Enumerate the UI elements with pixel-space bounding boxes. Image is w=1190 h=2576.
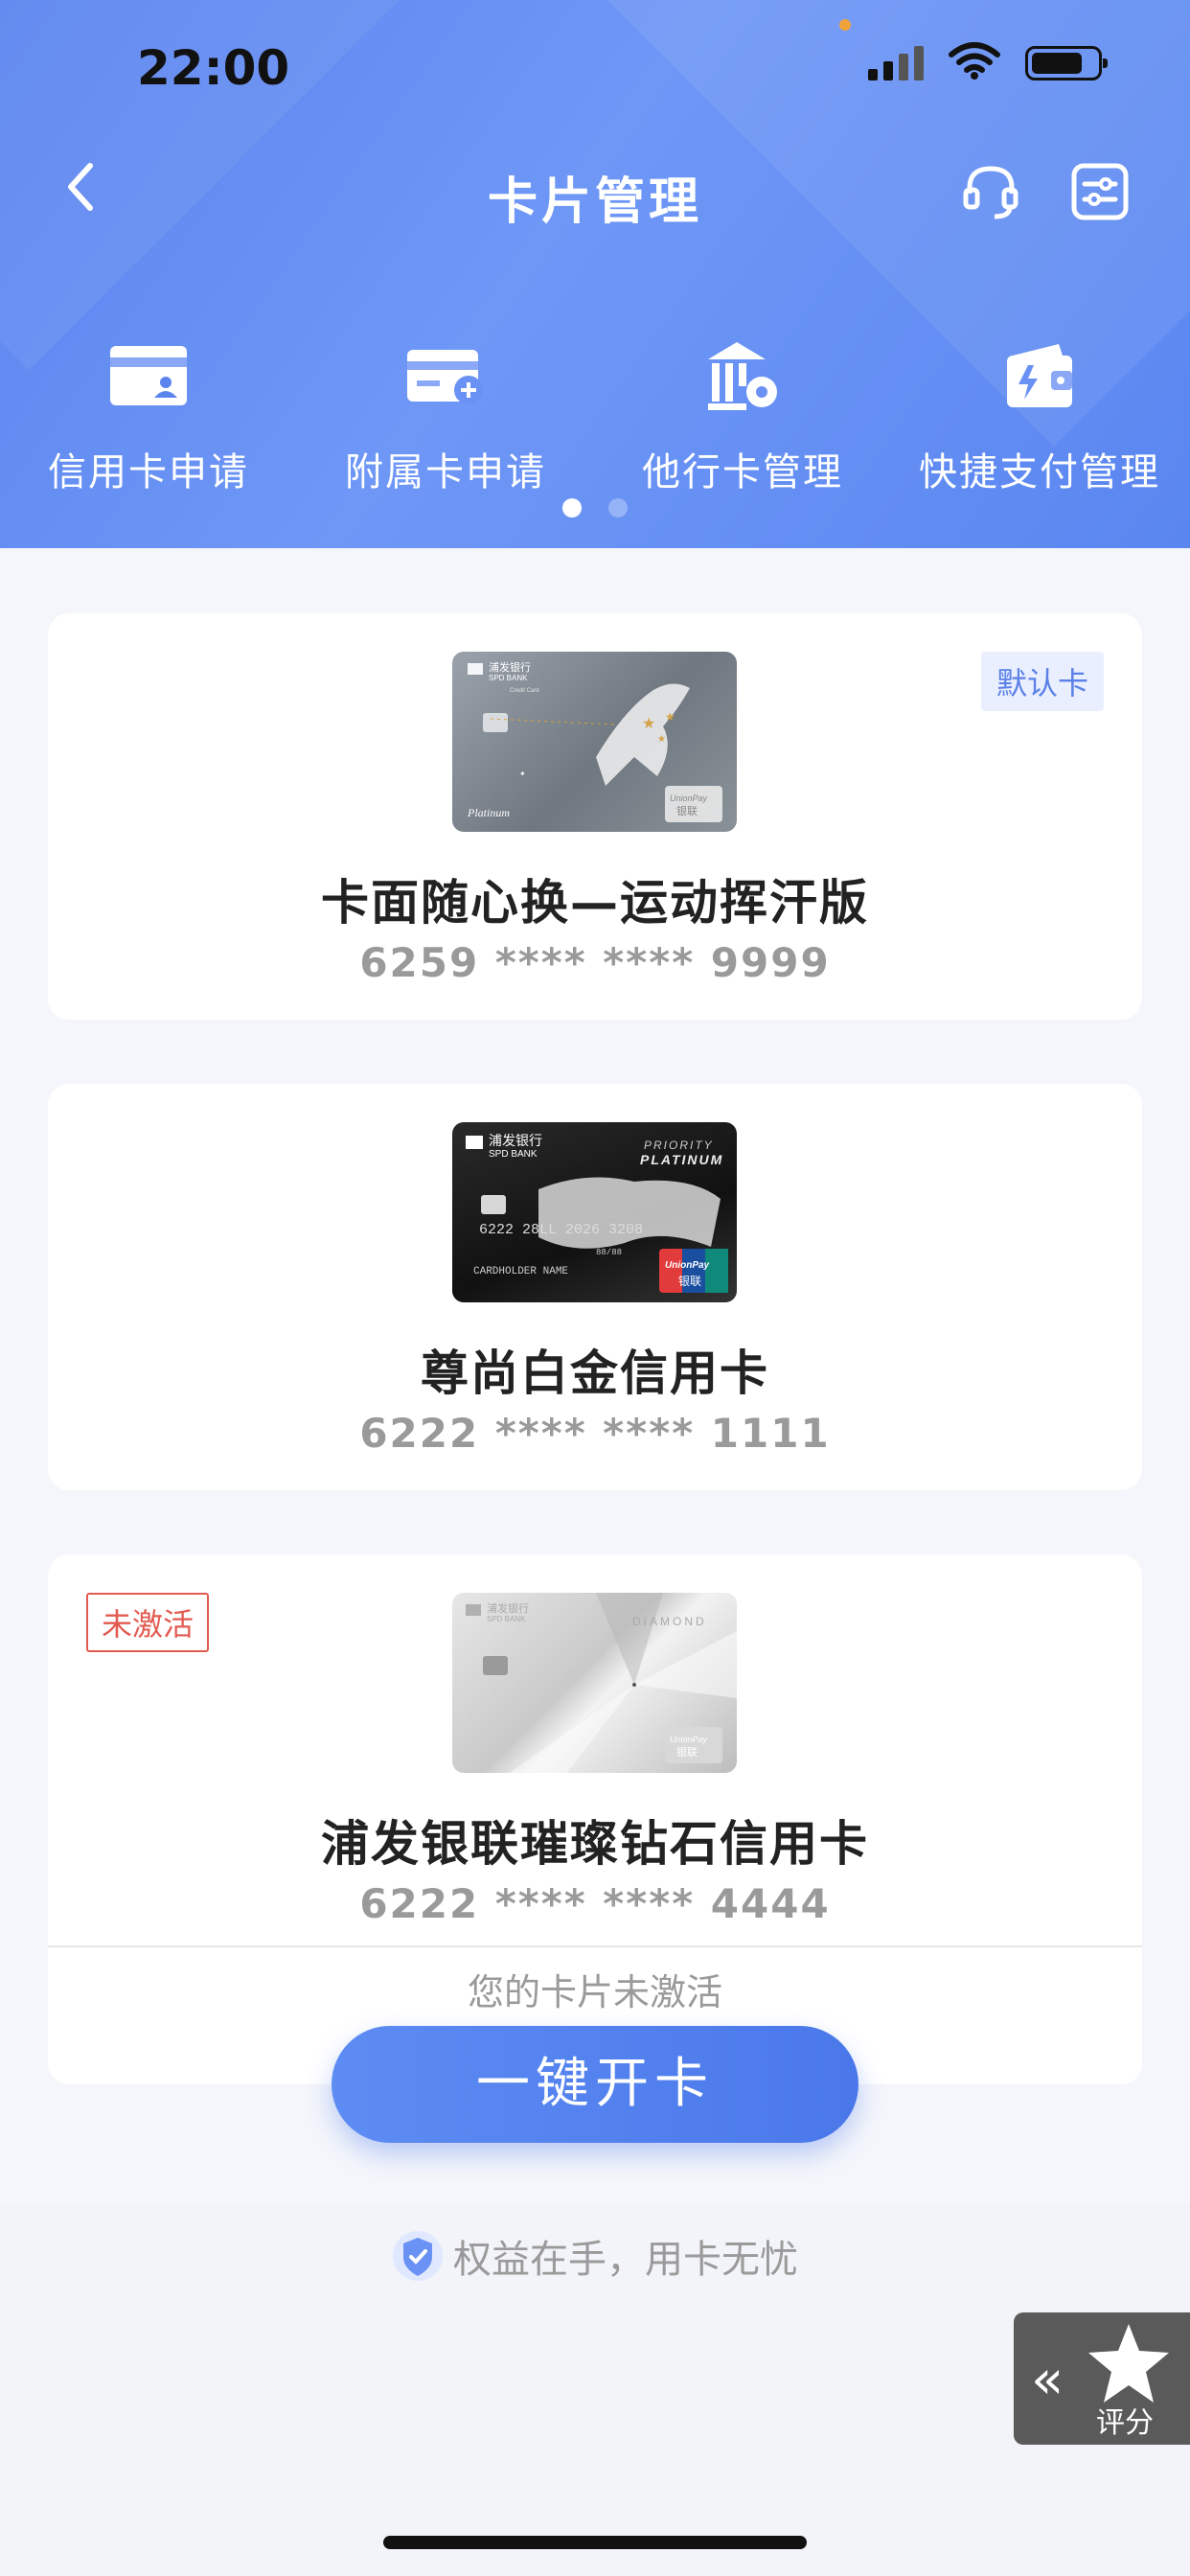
rating-label: 评分 bbox=[1096, 2406, 1154, 2440]
svg-text:PLATINUM: PLATINUM bbox=[640, 1152, 723, 1167]
quick-action-quick-pay[interactable]: 快捷支付管理 bbox=[891, 335, 1188, 496]
svg-text:★: ★ bbox=[657, 734, 666, 745]
svg-text:88/88: 88/88 bbox=[596, 1248, 622, 1257]
svg-text:银联: 银联 bbox=[676, 1745, 698, 1759]
wifi-icon bbox=[949, 42, 1000, 80]
default-card-badge: 默认卡 bbox=[980, 652, 1104, 711]
svg-text:SPD BANK: SPD BANK bbox=[489, 1149, 538, 1160]
svg-text:★: ★ bbox=[665, 710, 675, 724]
card-number: 6222 **** **** 4444 bbox=[359, 1880, 831, 1927]
svg-text:银联: 银联 bbox=[678, 1275, 701, 1288]
collapse-arrows-icon: « bbox=[1031, 2349, 1064, 2411]
card-number: 6222 **** **** 1111 bbox=[359, 1410, 831, 1457]
quick-action-supplementary-card-apply[interactable]: 附属卡申请 bbox=[297, 335, 594, 496]
card-art: 浦发银行 SPD BANK DIAMOND UnionPay 银联 bbox=[466, 1593, 737, 1773]
svg-text:PRIORITY: PRIORITY bbox=[644, 1138, 714, 1152]
inactive-status-message: 您的卡片未激活 bbox=[467, 1971, 722, 2013]
svg-text:SPD BANK: SPD BANK bbox=[487, 1615, 526, 1623]
bank-gear-icon bbox=[708, 342, 777, 410]
card-name: 卡面随心换—运动挥汗版 bbox=[321, 875, 869, 931]
card-art: 浦发银行 SPD BANK PRIORITY PLATINUM 6222 28L… bbox=[466, 1133, 728, 1293]
svg-text:★: ★ bbox=[642, 714, 655, 732]
svg-text:UnionPay: UnionPay bbox=[670, 1735, 708, 1744]
status-icons bbox=[868, 42, 1108, 80]
svg-text:银联: 银联 bbox=[676, 804, 698, 817]
svg-text:6222 28LL 2026 3208: 6222 28LL 2026 3208 bbox=[479, 1222, 643, 1238]
header: 22:00 卡片管理 信用卡申请 附属卡申请 他行卡管理 快捷支付管理 bbox=[0, 0, 1190, 548]
rating-widget[interactable]: « 评分 bbox=[1014, 2312, 1190, 2445]
svg-text:Credit Card: Credit Card bbox=[510, 688, 539, 694]
one-click-activate-button[interactable]: 一键开卡 bbox=[332, 2026, 858, 2143]
footer-note: 权益在手，用卡无忧 bbox=[0, 2228, 1190, 2284]
card-name: 尊尚白金信用卡 bbox=[421, 1346, 769, 1401]
svg-text:CARDHOLDER NAME: CARDHOLDER NAME bbox=[473, 1266, 568, 1277]
quick-action-label: 快捷支付管理 bbox=[919, 450, 1160, 494]
svg-text:✦: ✦ bbox=[519, 770, 526, 778]
svg-text:浦发银行: 浦发银行 bbox=[487, 1601, 529, 1615]
wallet-lightning-icon bbox=[1007, 344, 1072, 407]
quick-action-other-bank-card[interactable]: 他行卡管理 bbox=[594, 335, 891, 496]
page-dot-active bbox=[562, 498, 582, 518]
shield-icon bbox=[393, 2231, 443, 2281]
credit-card-user-icon bbox=[110, 346, 187, 405]
svg-text:浦发银行: 浦发银行 bbox=[489, 1133, 542, 1148]
svg-text:SPD BANK: SPD BANK bbox=[489, 674, 528, 682]
page-dot bbox=[608, 498, 628, 518]
card-item[interactable]: 浦发银行 SPD BANK Credit Card ★ ★ ★ ✦ Platin… bbox=[48, 613, 1142, 1020]
carousel-pagination bbox=[0, 498, 1190, 518]
inactive-badge: 未激活 bbox=[86, 1593, 210, 1652]
star-icon bbox=[1088, 2324, 1169, 2403]
privacy-indicator-dot bbox=[839, 19, 851, 31]
svg-text:DIAMOND: DIAMOND bbox=[632, 1615, 707, 1628]
quick-action-label: 附属卡申请 bbox=[345, 450, 546, 494]
divider bbox=[48, 1945, 1142, 1947]
card-item[interactable]: 未激活 浦发银行 SPD BANK DIAMOND UnionPay 银联 浦发… bbox=[48, 1554, 1142, 2084]
card-item[interactable]: 浦发银行 SPD BANK PRIORITY PLATINUM 6222 28L… bbox=[48, 1084, 1142, 1490]
home-indicator[interactable] bbox=[383, 2536, 807, 2549]
card-image-sport: 浦发银行 SPD BANK Credit Card ★ ★ ★ ✦ Platin… bbox=[452, 652, 737, 832]
quick-actions: 信用卡申请 附属卡申请 他行卡管理 快捷支付管理 bbox=[0, 335, 1190, 496]
quick-action-credit-card-apply[interactable]: 信用卡申请 bbox=[0, 335, 297, 496]
svg-text:UnionPay: UnionPay bbox=[665, 1260, 710, 1271]
svg-text:Platinum: Platinum bbox=[467, 806, 510, 819]
quick-action-label: 信用卡申请 bbox=[48, 450, 249, 494]
svg-text:UnionPay: UnionPay bbox=[670, 794, 708, 803]
card-image-platinum: 浦发银行 SPD BANK PRIORITY PLATINUM 6222 28L… bbox=[452, 1122, 737, 1302]
quick-action-label: 他行卡管理 bbox=[642, 450, 843, 494]
customer-service-headset-icon[interactable] bbox=[960, 161, 1021, 222]
credit-card-plus-icon bbox=[407, 350, 483, 404]
svg-text:浦发银行: 浦发银行 bbox=[489, 660, 531, 674]
status-time: 22:00 bbox=[137, 40, 290, 96]
card-number: 6259 **** **** 9999 bbox=[359, 939, 831, 986]
card-name: 浦发银联璀璨钻石信用卡 bbox=[321, 1816, 869, 1872]
footer-note-text: 权益在手，用卡无忧 bbox=[453, 2238, 798, 2282]
card-art: 浦发银行 SPD BANK Credit Card ★ ★ ★ ✦ Platin… bbox=[467, 660, 722, 822]
battery-icon bbox=[1025, 46, 1108, 80]
card-image-diamond: 浦发银行 SPD BANK DIAMOND UnionPay 银联 bbox=[452, 1593, 737, 1773]
card-settings-icon[interactable] bbox=[1069, 161, 1131, 222]
signal-icon bbox=[868, 42, 924, 80]
